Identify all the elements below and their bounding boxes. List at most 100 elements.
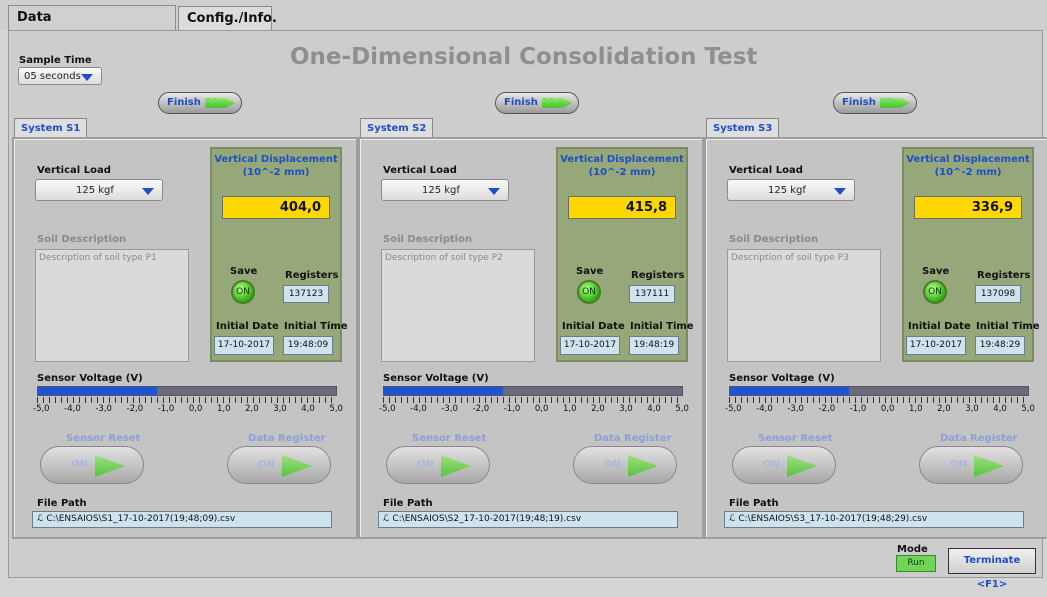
data-register-button[interactable]: ON [573,446,677,484]
registers-label: Registers [285,270,339,281]
data-register-button[interactable]: ON [227,446,331,484]
initial-time-value: 19:48:29 [975,336,1025,355]
tab-system-s2[interactable]: System S2 [360,118,434,138]
sample-time-value: 05 seconds [24,71,81,82]
scale-tick-label: 2,0 [591,404,605,414]
tab-config-info[interactable]: Config./Info. [178,6,277,30]
scale-tick-label: 1,0 [908,404,923,414]
save-label: Save [922,266,950,277]
scale-tick-label: 5,0 [329,404,343,414]
scale-tick-label: 3,0 [273,404,287,414]
scale-tick-label: 0,0 [188,404,203,414]
scale-tick-label: -4,0 [756,404,773,414]
data-register-button[interactable]: ON [919,446,1023,484]
vertical-displacement-value: 404,0 [222,196,330,219]
scale-tick-label: -2,0 [472,404,490,414]
data-register-on-label: ON [258,459,275,470]
vertical-displacement-title: Vertical Displacement [906,154,1030,165]
data-register-on-label: ON [950,459,967,470]
sensor-voltage-slider[interactable] [729,386,1029,396]
vertical-load-label: Vertical Load [383,165,457,176]
finish-s2-button[interactable]: Finish S2 [495,92,579,114]
save-toggle[interactable]: ON [231,280,255,304]
play-arrow-icon [787,455,817,477]
file-path-label: File Path [729,498,779,509]
finish-s3-button[interactable]: Finish S3 [833,92,917,114]
vertical-load-value: 125 kgf [422,185,460,196]
scale-tick-label: 5,0 [675,404,689,414]
sensor-reset-label: Sensor Reset [412,433,487,444]
sensor-voltage-label: Sensor Voltage (V) [37,373,143,384]
led-arrow-icon [880,98,910,108]
vertical-load-value: 125 kgf [768,185,806,196]
scale-tick-label: 5,0 [1021,404,1035,414]
vertical-load-select[interactable]: 125 kgf [35,179,163,201]
terminate-button[interactable]: Terminate <F1> [948,548,1036,590]
led-arrow-icon [542,98,572,108]
sensor-reset-on-label: ON [71,459,88,470]
file-path-icon: ℒ [37,514,47,524]
mode-run-indicator[interactable]: Run [896,555,936,572]
mode-label: Mode [897,544,928,555]
registers-label: Registers [631,270,685,281]
soil-description-input[interactable]: Description of soil type P2 [381,249,535,362]
initial-date-label: Initial Date [908,321,971,332]
sensor-reset-on-label: ON [417,459,434,470]
sensor-voltage-scale: -5,0 -4,0 -3,0 -2,0 -1,0 0,0 1,0 2,0 3,0 4,0 5,0 [33,404,343,414]
scale-tick-label: -3,0 [441,404,458,414]
sensor-reset-button[interactable]: ON [386,446,490,484]
tab-data-acquisition[interactable]: Data Acquisition/Register [8,5,176,49]
file-path-field[interactable]: ℒ C:\ENSAIOS\S3_17-10-2017(19;48;29).csv [724,511,1024,528]
initial-date-value: 17-10-2017 [560,336,620,355]
registers-label: Registers [977,270,1031,281]
vertical-load-select[interactable]: 125 kgf [381,179,509,201]
sensor-voltage-fill [384,387,504,395]
tab-system-s3[interactable]: System S3 [706,118,780,138]
finish-s1-button[interactable]: Finish S1 [158,92,242,114]
vertical-displacement-title: Vertical Displacement [560,154,684,165]
scale-tick-label: 1,0 [562,404,577,414]
led-arrow-icon [205,98,235,108]
vertical-displacement-units: (10^-2 mm) [242,167,310,178]
initial-time-label: Initial Time [976,321,1040,332]
registers-value: 137123 [283,285,329,303]
vertical-load-select[interactable]: 125 kgf [727,179,855,201]
sample-time-select[interactable]: 05 seconds [18,67,102,85]
data-register-on-label: ON [604,459,621,470]
sensor-voltage-fill [730,387,850,395]
scale-tick-label: 4,0 [993,404,1007,414]
sensor-reset-label: Sensor Reset [758,433,833,444]
scale-tick-label: 2,0 [245,404,259,414]
scale-tick-label: 3,0 [965,404,979,414]
play-arrow-icon [282,455,312,477]
file-path-field[interactable]: ℒ C:\ENSAIOS\S1_17-10-2017(19;48;09).csv [32,511,332,528]
soil-description-input[interactable]: Description of soil type P1 [35,249,189,362]
file-path-icon: ℒ [383,514,393,524]
vertical-displacement-units: (10^-2 mm) [934,167,1002,178]
scale-tick-label: -3,0 [95,404,112,414]
vertical-displacement-value: 415,8 [568,196,676,219]
scale-tick-label: 3,0 [619,404,633,414]
vertical-load-label: Vertical Load [37,165,111,176]
scale-tick-label: 2,0 [937,404,951,414]
scale-tick-label: -2,0 [818,404,836,414]
play-arrow-icon [974,455,1004,477]
file-path-field[interactable]: ℒ C:\ENSAIOS\S2_17-10-2017(19;48;19).csv [378,511,678,528]
sensor-voltage-scale: -5,0 -4,0 -3,0 -2,0 -1,0 0,0 1,0 2,0 3,0 4,0 5,0 [725,404,1035,414]
sensor-voltage-ticks [37,397,337,403]
save-toggle[interactable]: ON [923,280,947,304]
sensor-reset-button[interactable]: ON [732,446,836,484]
save-label: Save [230,266,258,277]
file-path-label: File Path [383,498,433,509]
soil-description-input[interactable]: Description of soil type P3 [727,249,881,362]
sensor-voltage-slider[interactable] [383,386,683,396]
scale-tick-label: -1,0 [157,404,175,414]
save-toggle[interactable]: ON [577,280,601,304]
scale-tick-label: 4,0 [647,404,661,414]
scale-tick-label: 0,0 [534,404,549,414]
sensor-reset-button[interactable]: ON [40,446,144,484]
tab-system-s1[interactable]: System S1 [14,118,88,138]
initial-time-value: 19:48:19 [629,336,679,355]
scale-tick-label: -3,0 [787,404,804,414]
sensor-voltage-slider[interactable] [37,386,337,396]
